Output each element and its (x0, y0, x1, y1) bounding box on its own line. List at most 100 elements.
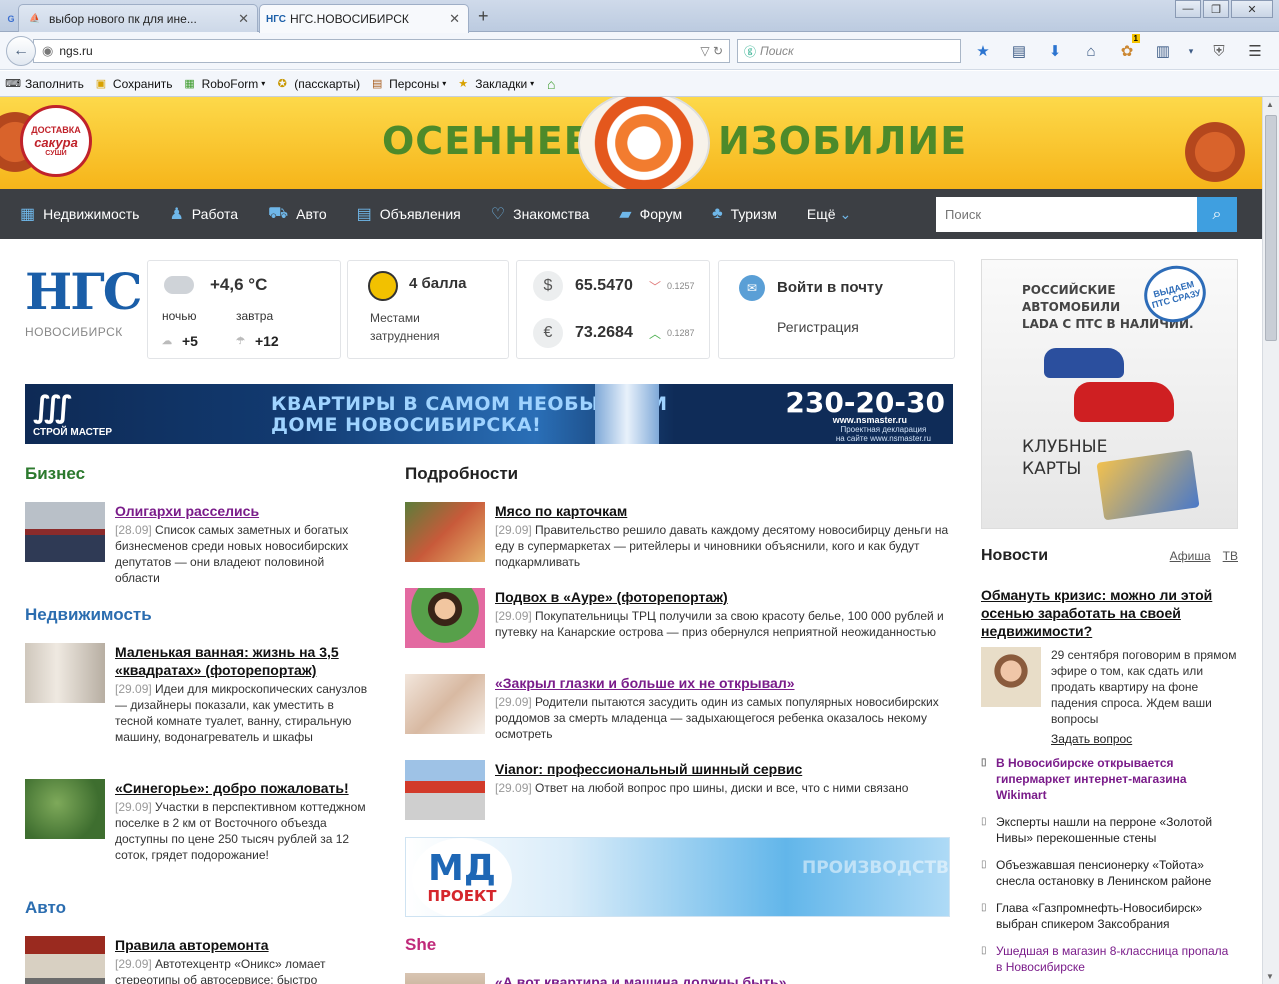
news-headline[interactable]: «А вот квартира и машина должны быть» (495, 973, 950, 984)
list-item[interactable]: ▯ Объезжавшая пенсионерку «Тойота» снесла… (981, 857, 1238, 889)
currency-widget[interactable]: $ 65.5470 ﹀ 0.1257 € 73.2684 ︿ 0.1287 (516, 260, 710, 359)
scrollbar-thumb[interactable] (1265, 115, 1277, 341)
news-headline[interactable]: Vianor: профессиональный шинный сервис (495, 760, 950, 778)
news-item: Подвох в «Ауре» (фоторепортаж) [29.09] П… (405, 588, 950, 648)
minimize-icon[interactable]: — (1175, 0, 1201, 18)
afisha-link[interactable]: Афиша (1170, 549, 1211, 563)
euro-icon: € (533, 318, 563, 348)
news-headline[interactable]: «Закрыл глазки и больше их не открывал» (495, 674, 950, 692)
bookmark-passcards[interactable]: ✪ (пасскарты) (275, 77, 361, 91)
bookmark-bookmarks[interactable]: ★ Закладки ▾ (456, 77, 534, 91)
news-item: «Синегорье»: добро пожаловать! [29.09] У… (25, 779, 370, 863)
reload-icon[interactable]: ▽ ↻ (700, 44, 723, 58)
address-bar[interactable]: ◉ ngs.ru ▽ ↻ (33, 39, 730, 63)
site-search-button[interactable]: ⌕ (1197, 197, 1237, 232)
nav-item-dating[interactable]: ♡ Знакомства (491, 204, 590, 224)
reading-list-icon[interactable]: ▤ (1006, 40, 1032, 62)
section-she[interactable]: She (405, 935, 436, 955)
close-tab-icon[interactable]: ✕ (238, 11, 249, 27)
dropdown-arrow-icon[interactable]: ▾ (1186, 40, 1196, 62)
list-item[interactable]: ▯ Глава «Газпромнефть-Новосибирск» выбран… (981, 900, 1238, 932)
bookmark-roboform[interactable]: ▦ RoboForm ▾ (183, 76, 265, 91)
ublock-icon[interactable]: ⛨ (1206, 40, 1232, 62)
back-button[interactable]: ← (6, 36, 36, 66)
new-tab-button[interactable]: + (478, 6, 489, 27)
news-headline[interactable]: Олигархи расселись (115, 502, 370, 520)
news-thumbnail[interactable] (25, 502, 105, 562)
scroll-up-icon[interactable]: ▲ (1266, 100, 1274, 109)
bookmark-label: RoboForm (201, 76, 259, 91)
stroymaster-ad[interactable]: ∭ СТРОЙ МАСТЕР КВАРТИРЫ В САМОМ НЕОБЫЧНОМ… (25, 384, 953, 444)
browser-search-placeholder: Поиск (760, 44, 794, 58)
weather-widget[interactable]: +4,6 °C ночью завтра ☁ +5 ☂ +12 (147, 260, 341, 359)
news-thumbnail[interactable] (25, 779, 105, 839)
close-tab-icon[interactable]: ✕ (449, 11, 460, 27)
news-date: [29.09] (495, 609, 532, 623)
bookmark-fill[interactable]: ⌨ Заполнить (5, 77, 84, 91)
news-thumbnail[interactable] (405, 502, 485, 562)
traffic-widget[interactable]: 4 балла Местами затруднения (347, 260, 509, 359)
scroll-down-icon[interactable]: ▼ (1266, 972, 1274, 981)
news-headline[interactable]: Правила авторемонта (115, 936, 370, 954)
bookmark-home[interactable]: ⌂ (544, 76, 563, 92)
tab-ngs[interactable]: НГС НГС.НОВОСИБИРСК ✕ (259, 4, 469, 33)
news-thumbnail[interactable] (25, 643, 105, 703)
news-thumbnail[interactable] (405, 760, 485, 820)
section-business[interactable]: Бизнес (25, 464, 85, 484)
roboform-icon[interactable]: ▥ (1150, 40, 1176, 62)
news-text: Участки в перспективном коттеджном посел… (115, 800, 366, 862)
nav-item-classifieds[interactable]: ▤ Объявления (357, 204, 461, 224)
news-thumbnail[interactable] (25, 936, 105, 984)
news-item: Олигархи расселись [28.09] Список самых … (25, 502, 370, 586)
news-headline[interactable]: «Синегорье»: добро пожаловать! (115, 779, 370, 797)
mail-login-link[interactable]: Войти в почту (777, 279, 883, 296)
news-thumbnail[interactable] (405, 973, 485, 984)
register-link[interactable]: Регистрация (777, 319, 859, 335)
worker-icon: ♟ (169, 206, 184, 223)
tab-forum[interactable]: G ⛵ выбор нового пк для ине... ✕ (7, 4, 258, 32)
browser-search-box[interactable]: ⓖ Поиск (737, 39, 961, 63)
nav-label: Знакомства (513, 206, 590, 222)
extension-icon[interactable]: ✿ 1 (1114, 34, 1140, 62)
news-summary: [29.09] Родители пытаются засудить один … (495, 694, 950, 742)
downloads-icon[interactable]: ⬇ (1042, 40, 1068, 62)
home-icon[interactable]: ⌂ (1078, 40, 1104, 62)
feature-headline[interactable]: Обмануть кризис: можно ли этой осенью за… (981, 586, 1238, 640)
nav-item-tourism[interactable]: ♣ Туризм (712, 205, 777, 223)
news-headline[interactable]: Маленькая ванная: жизнь на 3,5 «квадрата… (115, 643, 370, 679)
maximize-icon[interactable]: ❐ (1203, 0, 1229, 18)
nav-item-jobs[interactable]: ♟ Работа (169, 204, 238, 224)
news-headline[interactable]: Мясо по карточкам (495, 502, 950, 520)
nav-more-button[interactable]: Ещё ⌄ (807, 206, 851, 223)
ad-note: Проектная декларация на сайте www.nsmaste… (836, 425, 931, 443)
bookmark-personas[interactable]: ▤ Персоны ▾ (370, 77, 446, 91)
nav-item-realty[interactable]: ▦ Недвижимость (20, 204, 139, 224)
news-thumbnail[interactable] (405, 588, 485, 648)
section-auto[interactable]: Авто (25, 898, 66, 918)
close-window-icon[interactable]: ✕ (1231, 0, 1273, 18)
lada-side-ad[interactable]: РОССИЙСКИЕ АВТОМОБИЛИ LADA С ПТС В НАЛИЧ… (981, 259, 1238, 529)
bookmark-save[interactable]: ▣ Сохранить (94, 77, 173, 91)
bookmark-star-icon[interactable]: ★ (970, 40, 996, 62)
list-item[interactable]: ▯ Эксперты нашли на перроне «Золотой Нивы… (981, 814, 1238, 846)
feature-thumbnail[interactable] (981, 647, 1041, 707)
address-text: ngs.ru (59, 44, 93, 58)
ngs-logo[interactable]: НГС НОВОСИБИРСК (25, 265, 143, 340)
tomorrow-temp: +12 (254, 333, 279, 349)
top-banner-ad[interactable]: ДОСТАВКА сакура СУШИ ОСЕННЕЕ ИЗОБИЛИЕ (0, 97, 1262, 189)
tv-link[interactable]: ТВ (1223, 549, 1238, 563)
news-headline[interactable]: Подвох в «Ауре» (фоторепортаж) (495, 588, 950, 606)
nav-item-auto[interactable]: ⛟ Авто (268, 204, 327, 224)
news-thumbnail[interactable] (405, 674, 485, 734)
nav-item-forum[interactable]: ▰ Форум (619, 204, 682, 224)
page-scrollbar[interactable]: ▲ ▼ (1262, 97, 1279, 984)
site-search-input[interactable] (936, 197, 1197, 232)
section-realty[interactable]: Недвижимость (25, 605, 152, 625)
list-item[interactable]: ▯ Ушедшая в магазин 8-классница пропала в… (981, 943, 1238, 975)
menu-icon[interactable]: ☰ (1242, 40, 1268, 62)
club-cards-text: КЛУБНЫЕ КАРТЫ (1022, 436, 1107, 480)
section-details[interactable]: Подробности (405, 464, 518, 484)
list-item[interactable]: ▯ В Новосибирске открывается гипермаркет … (981, 755, 1238, 803)
md-project-ad[interactable]: МД ПРОЕКТ ПРОИЗВОДСТВ (405, 837, 950, 917)
ask-question-link[interactable]: Задать вопрос (1051, 731, 1238, 747)
